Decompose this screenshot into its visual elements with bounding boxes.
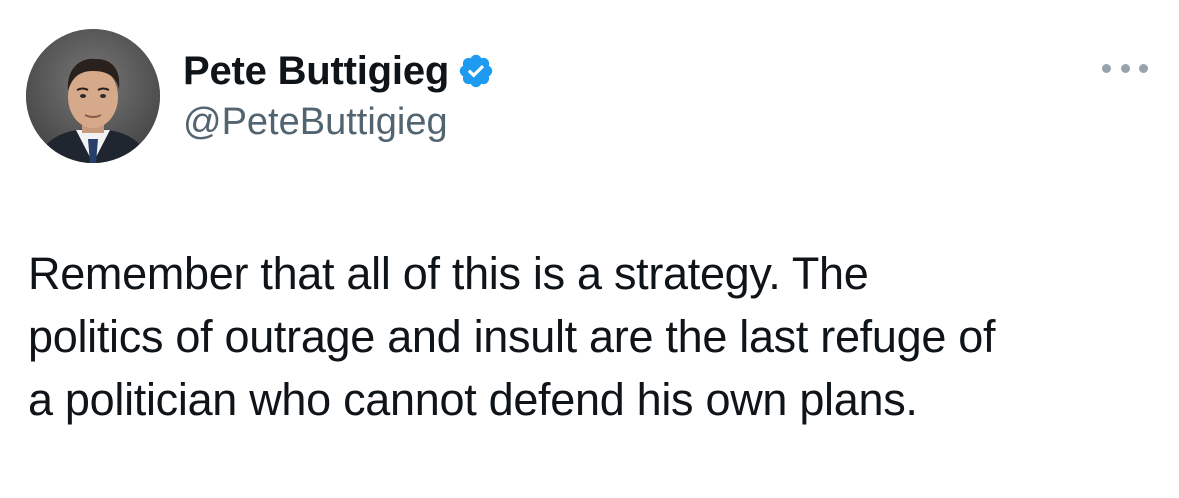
- avatar[interactable]: [26, 29, 160, 163]
- tweet-text-line: politics of outrage and insult are the l…: [28, 311, 996, 362]
- tweet-text-line: Remember that all of this is a strategy.…: [28, 248, 869, 299]
- more-dot: [1139, 63, 1148, 73]
- tweet-card[interactable]: Pete Buttigieg @PeteButtigieg Remember t…: [0, 0, 1179, 498]
- more-dot: [1102, 63, 1111, 73]
- tweet-text-line: a politician who cannot defend his own p…: [28, 374, 918, 425]
- profile-photo-icon: [26, 29, 160, 163]
- more-options-icon[interactable]: [1102, 58, 1148, 78]
- more-dot: [1120, 63, 1130, 73]
- verified-badge-icon[interactable]: [457, 52, 495, 90]
- display-name[interactable]: Pete Buttigieg: [183, 49, 449, 94]
- tweet-text: Remember that all of this is a strategy.…: [28, 242, 1168, 431]
- author-handle[interactable]: @PeteButtigieg: [183, 101, 448, 144]
- author-name-row: Pete Buttigieg: [183, 46, 495, 96]
